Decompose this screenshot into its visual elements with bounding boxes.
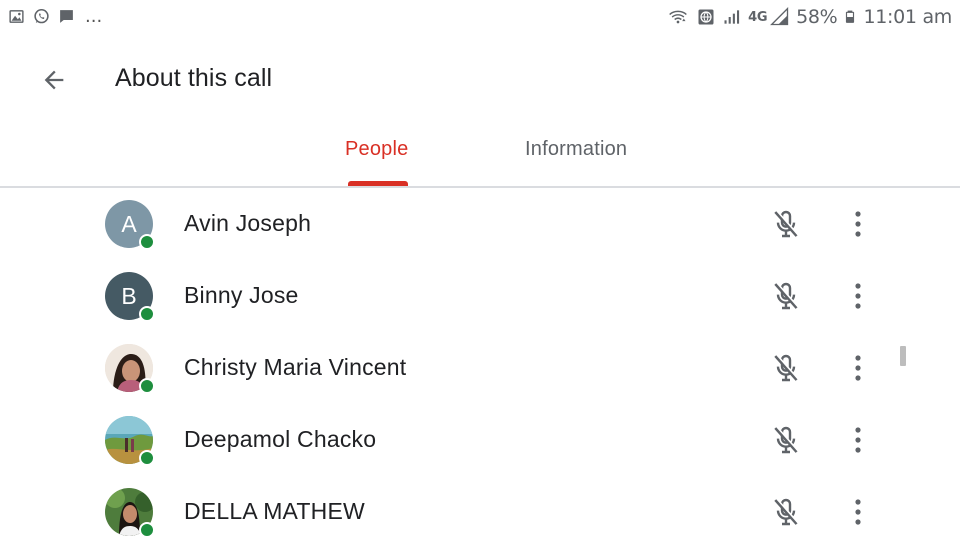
more-options-icon[interactable] — [848, 280, 868, 312]
mic-off-icon[interactable] — [770, 208, 802, 240]
battery-percent: 58% — [796, 6, 838, 28]
system-status: 4G 58% 11:01 am — [666, 6, 952, 28]
more-options-icon[interactable] — [848, 208, 868, 240]
battery-icon — [846, 10, 855, 23]
avatar — [105, 488, 155, 538]
online-status-dot — [139, 378, 155, 394]
participant-row[interactable]: Christy Maria Vincent — [0, 332, 960, 404]
participant-name: Avin Joseph — [184, 210, 312, 236]
mic-off-icon[interactable] — [770, 496, 802, 528]
avatar — [105, 344, 155, 394]
avatar: B — [105, 272, 155, 322]
participant-row[interactable]: A Avin Joseph — [0, 188, 960, 260]
more-options-icon[interactable] — [848, 352, 868, 384]
online-status-dot — [139, 522, 155, 538]
globe-icon — [698, 9, 714, 25]
page-title: About this call — [115, 64, 273, 92]
avatar — [105, 416, 155, 466]
whatsapp-icon — [34, 8, 49, 24]
back-button[interactable] — [36, 62, 72, 98]
online-status-dot — [139, 450, 155, 466]
online-status-dot — [139, 306, 155, 322]
back-arrow-icon — [44, 70, 64, 90]
mic-off-icon[interactable] — [770, 280, 802, 312]
scrollbar-thumb[interactable] — [900, 346, 906, 366]
network-type-label: 4G — [748, 9, 768, 25]
participant-name: Christy Maria Vincent — [184, 354, 407, 380]
mic-off-icon[interactable] — [770, 352, 802, 384]
more-notifications-indicator: ... — [85, 6, 103, 27]
tab-information[interactable]: Information — [525, 138, 627, 161]
mic-off-icon[interactable] — [770, 424, 802, 456]
gallery-icon — [9, 10, 24, 23]
online-status-dot — [139, 234, 155, 250]
more-options-icon[interactable] — [848, 496, 868, 528]
wifi-icon — [669, 10, 687, 24]
participant-name: Binny Jose — [184, 282, 299, 308]
clock: 11:01 am — [863, 6, 952, 28]
tab-people[interactable]: People — [345, 138, 408, 161]
message-icon — [60, 10, 73, 23]
signal-icon — [724, 10, 740, 24]
more-options-icon[interactable] — [848, 424, 868, 456]
status-bar: ... 4G 58% 11:01 am — [0, 0, 960, 34]
participant-row[interactable]: DELLA MATHEW — [0, 476, 960, 540]
participant-name: DELLA MATHEW — [184, 498, 365, 524]
participant-row[interactable]: Deepamol Chacko — [0, 404, 960, 476]
signal-strength-icon — [770, 7, 789, 26]
participant-name: Deepamol Chacko — [184, 426, 377, 452]
notification-icons: ... — [8, 6, 103, 27]
avatar: A — [105, 200, 155, 250]
participant-row[interactable]: B Binny Jose — [0, 260, 960, 332]
